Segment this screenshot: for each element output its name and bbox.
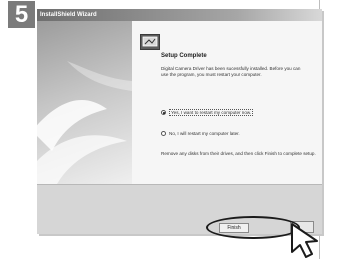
wizard-content: Setup Complete Digital Camera Driver has… — [132, 21, 322, 184]
wizard-art-panel — [37, 21, 132, 184]
swoosh-graphic — [37, 61, 132, 184]
monitor-installer-icon — [140, 34, 160, 50]
restart-later-option[interactable]: No, I will restart my computer later. — [161, 131, 240, 136]
finish-instructions: Remove any disks from their drives, and … — [161, 151, 316, 156]
restart-now-option[interactable]: Yes, I want to restart my computer now. — [161, 109, 254, 116]
install-success-message: Digital Camera Driver has been sucessful… — [161, 66, 301, 77]
radio-unselected-icon[interactable] — [161, 131, 166, 136]
installshield-wizard-window: InstallShield Wizard Setup Complete Digi… — [37, 9, 322, 234]
step-number-badge: 5 — [8, 1, 35, 28]
restart-now-label[interactable]: Yes, I want to restart my computer now. — [169, 109, 254, 116]
setup-complete-title: Setup Complete — [161, 53, 207, 59]
window-title: InstallShield Wizard — [37, 9, 322, 21]
restart-later-label[interactable]: No, I will restart my computer later. — [169, 131, 240, 136]
radio-selected-icon[interactable] — [161, 110, 166, 115]
highlight-oval — [206, 216, 300, 239]
mouse-pointer-icon — [291, 223, 318, 258]
